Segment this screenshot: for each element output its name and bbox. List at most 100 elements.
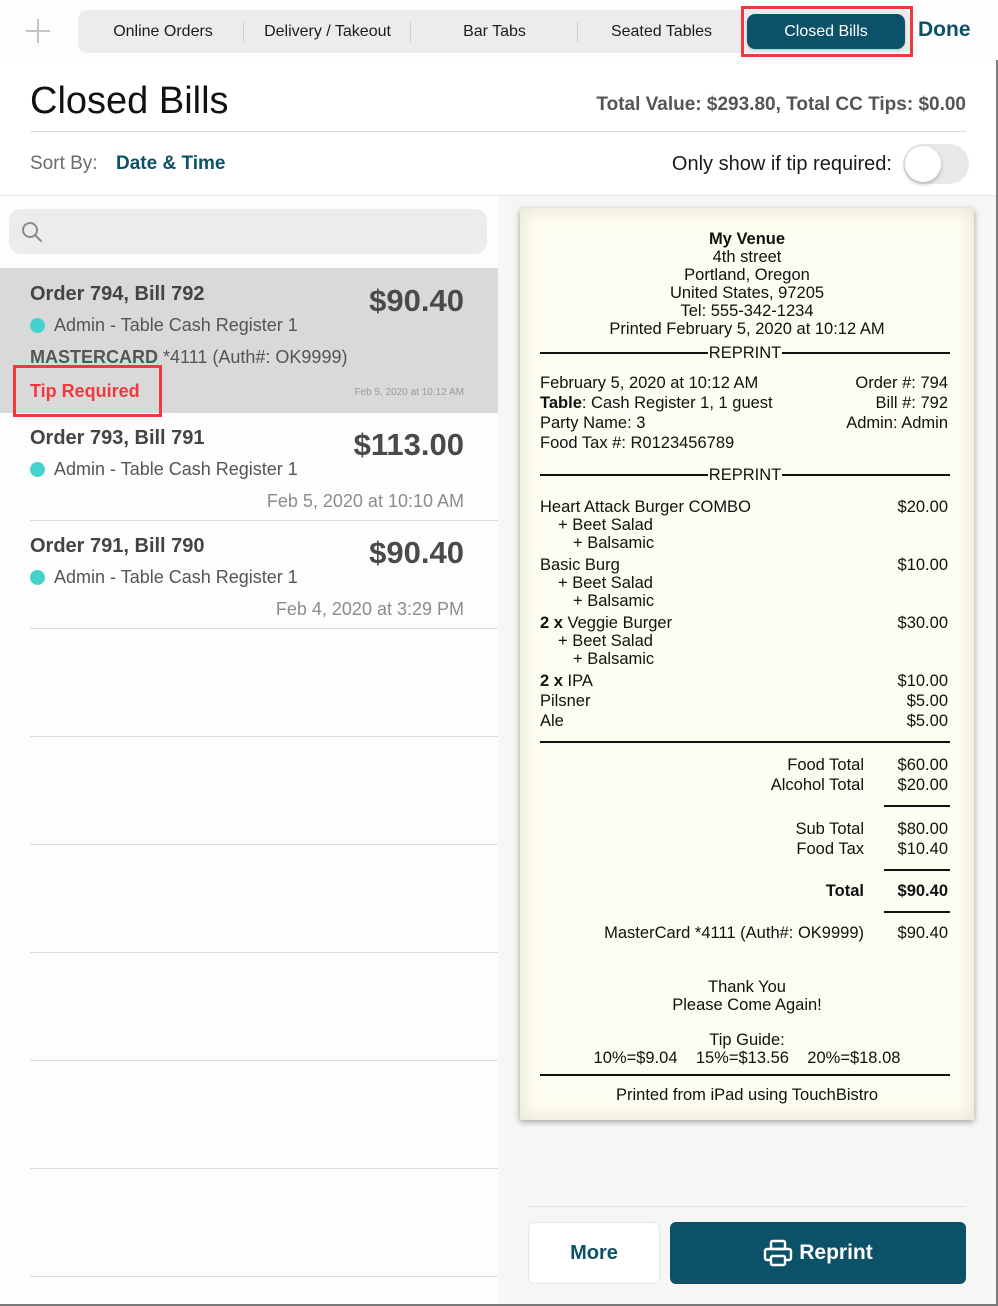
receipt-item-modifier: + Beet Salad <box>558 516 653 534</box>
reprint-label: Reprint <box>799 1241 873 1264</box>
sort-label: Sort By: <box>30 153 98 174</box>
receipt-item-name: Pilsner <box>540 692 591 710</box>
row-divider <box>30 736 498 737</box>
receipt-thanks: Please Come Again! <box>672 996 822 1014</box>
receipt-party: Party Name: 3 <box>540 414 646 432</box>
receipt-item-price: $10.00 <box>897 556 948 574</box>
item-quantity: 2 x <box>540 672 563 690</box>
receipt-item-price: $5.00 <box>906 712 948 730</box>
item-label: IPA <box>562 672 593 690</box>
bill-amount: $90.40 <box>369 283 464 318</box>
sort-selector[interactable]: Date & Time <box>116 153 225 175</box>
tip-guide-values: 10%=$9.04 15%=$13.56 20%=$18.08 <box>593 1049 901 1067</box>
tip-required-toggle[interactable] <box>903 144 969 184</box>
alcohol-total-value: $20.00 <box>897 776 948 794</box>
done-button[interactable]: Done <box>918 18 971 42</box>
receipt-panel: My Venue 4th street Portland, Oregon Uni… <box>498 196 998 1306</box>
bill-time: Feb 5, 2020 at 10:12 AM <box>354 387 464 398</box>
tip-required-badge: Tip Required <box>30 381 140 401</box>
bill-list-panel: Order 794, Bill 792 $90.40 Admin - Table… <box>0 196 498 1306</box>
action-divider <box>528 1206 966 1207</box>
tab-closed-bills[interactable]: Closed Bills <box>747 14 905 49</box>
payment-value: $90.40 <box>897 924 948 942</box>
receipt-preview: My Venue 4th street Portland, Oregon Uni… <box>520 208 974 1120</box>
receipt-divider <box>884 805 950 807</box>
tip-filter-label: Only show if tip required: <box>671 153 892 175</box>
totals-summary: Total Value: $293.80, Total CC Tips: $0.… <box>596 94 966 115</box>
alcohol-total-label: Alcohol Total <box>770 776 864 794</box>
bill-title: Order 791, Bill 790 <box>30 535 205 557</box>
table-label: Table <box>540 394 582 412</box>
reprint-label: REPRINT <box>708 465 782 484</box>
receipt-tax-number: Food Tax #: R0123456789 <box>540 434 735 452</box>
receipt-item-name: Heart Attack Burger COMBO <box>540 498 751 516</box>
receipt-divider <box>884 869 950 871</box>
bill-time: Feb 5, 2020 at 10:10 AM <box>266 491 464 511</box>
row-divider <box>30 628 498 629</box>
receipt-item-name: 2 x Veggie Burger <box>540 614 672 632</box>
server-status-dot <box>30 318 45 333</box>
receipt-address-line: 4th street <box>712 248 782 266</box>
bill-title: Order 793, Bill 791 <box>30 427 205 449</box>
reprint-divider: REPRINT <box>540 465 951 484</box>
receipt-item-modifier: + Balsamic <box>573 592 655 610</box>
receipt-item-modifier: + Beet Salad <box>558 632 653 650</box>
search-input[interactable] <box>51 209 471 254</box>
receipt-printed-time: Printed February 5, 2020 at 10:12 AM <box>609 320 885 338</box>
tab-seated-tables[interactable]: Seated Tables <box>578 14 745 49</box>
tab-bar-tabs[interactable]: Bar Tabs <box>411 14 578 49</box>
tip-guide-label: Tip Guide: <box>709 1031 785 1049</box>
receipt-item-name: Ale <box>540 712 564 730</box>
total-label: Total <box>825 882 864 900</box>
receipt-item-modifier: + Balsamic <box>573 650 655 668</box>
server-label: Admin - Table Cash Register 1 <box>54 315 298 335</box>
row-divider <box>30 1276 498 1277</box>
table-value: : Cash Register 1, 1 guest <box>581 394 773 412</box>
receipt-datetime: February 5, 2020 at 10:12 AM <box>540 374 759 392</box>
bill-payment: MASTERCARD *4111 (Auth#: OK9999) <box>30 347 347 368</box>
tab-delivery-takeout[interactable]: Delivery / Takeout <box>244 14 411 49</box>
receipt-footer: Printed from iPad using TouchBistro <box>616 1086 878 1104</box>
receipt-bill-number: Bill #: 792 <box>875 394 948 412</box>
receipt-item-price: $20.00 <box>897 498 948 516</box>
total-value: $90.40 <box>897 882 948 900</box>
row-divider <box>30 1168 498 1169</box>
food-tax-label: Food Tax <box>796 840 864 858</box>
receipt-thanks: Thank You <box>708 978 786 996</box>
item-label: Veggie Burger <box>562 614 673 632</box>
receipt-item-price: $30.00 <box>897 614 948 632</box>
card-brand: MASTERCARD <box>30 347 158 367</box>
server-status-dot <box>30 462 45 477</box>
receipt-address-line: Portland, Oregon <box>684 266 810 284</box>
search-field[interactable] <box>9 209 487 254</box>
tab-online-orders[interactable]: Online Orders <box>82 14 244 49</box>
bill-row[interactable]: Order 793, Bill 791 $113.00 Admin - Tabl… <box>0 413 498 521</box>
printer-icon <box>764 1239 793 1267</box>
bill-row[interactable]: Order 794, Bill 792 $90.40 Admin - Table… <box>0 269 498 413</box>
subtotal-value: $80.00 <box>897 820 948 838</box>
add-button[interactable] <box>24 17 52 45</box>
search-icon <box>22 222 42 242</box>
more-button[interactable]: More <box>528 1222 660 1284</box>
bill-title: Order 794, Bill 792 <box>30 283 205 305</box>
top-navigation: Online Orders Delivery / Takeout Bar Tab… <box>0 0 998 64</box>
bill-row[interactable]: Order 791, Bill 790 $90.40 Admin - Table… <box>0 521 498 628</box>
receipt-item-modifier: + Balsamic <box>573 534 655 552</box>
header-divider <box>30 131 966 132</box>
server-label: Admin - Table Cash Register 1 <box>54 567 298 587</box>
receipt-divider <box>540 1074 950 1076</box>
food-total-label: Food Total <box>787 756 864 774</box>
reprint-button[interactable]: Reprint <box>670 1222 966 1284</box>
page-title: Closed Bills <box>30 80 229 122</box>
section-tabs: Online Orders Delivery / Takeout Bar Tab… <box>78 10 912 53</box>
bill-server: Admin - Table Cash Register 1 <box>30 315 298 336</box>
bill-server: Admin - Table Cash Register 1 <box>30 459 298 480</box>
reprint-label: REPRINT <box>708 343 782 362</box>
subtotal-label: Sub Total <box>795 820 865 838</box>
receipt-order-number: Order #: 794 <box>855 374 948 392</box>
reprint-divider: REPRINT <box>540 343 951 362</box>
receipt-item-name: Basic Burg <box>540 556 620 574</box>
bill-time: Feb 4, 2020 at 3:29 PM <box>275 599 464 619</box>
receipt-phone: Tel: 555-342-1234 <box>680 302 814 320</box>
receipt-address-line: United States, 97205 <box>669 284 825 302</box>
